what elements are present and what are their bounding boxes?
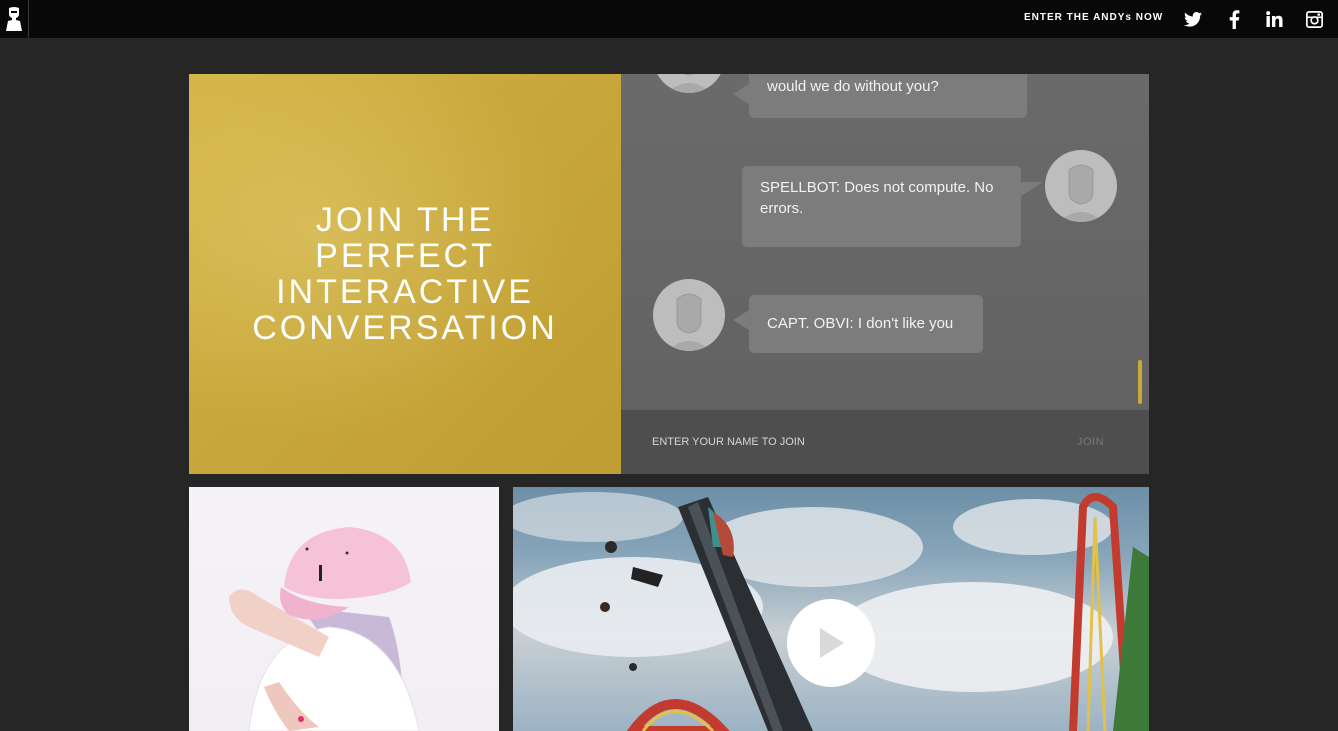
chat-message-bubble: SPELLBOT: Does not compute. No errors. (742, 166, 1043, 247)
facebook-icon[interactable] (1224, 9, 1244, 29)
photo-illustration (229, 527, 420, 731)
play-button[interactable] (787, 599, 875, 687)
top-navigation-bar: ENTER THE ANDYs NOW (0, 0, 1338, 38)
hero-panel: JOIN THE PERFECT INTERACTIVE CONVERSATIO… (189, 74, 621, 474)
name-input[interactable] (652, 430, 1032, 454)
chat-scrollbar-thumb[interactable] (1138, 360, 1142, 404)
instagram-icon[interactable] (1304, 9, 1324, 29)
chat-message-text: CAPT. OBVI: I don't like you (767, 315, 954, 332)
hero-title: JOIN THE PERFECT INTERACTIVE CONVERSATIO… (252, 201, 558, 347)
chat-message-bubble: would we do without you? (733, 74, 1027, 118)
chat-message-text: would we do without you? (767, 78, 939, 95)
linkedin-icon[interactable] (1264, 9, 1284, 29)
andy-logo-icon[interactable] (0, 0, 29, 38)
chat-message-bubble: CAPT. OBVI: I don't like you (733, 295, 983, 353)
play-icon (820, 628, 844, 658)
chat-avatar (653, 74, 725, 93)
chat-message-list[interactable]: would we do without you? SPELLBOT: Does … (621, 74, 1149, 410)
twitter-icon[interactable] (1183, 9, 1203, 29)
chat-panel: would we do without you? SPELLBOT: Does … (621, 74, 1149, 474)
join-button[interactable]: JOIN (1077, 430, 1104, 454)
chat-avatar (1045, 150, 1117, 222)
enter-the-andys-link[interactable]: ENTER THE ANDYs NOW (1024, 0, 1163, 38)
photo-tile[interactable] (189, 487, 499, 731)
chat-message-text: SPELLBOT: Does not compute. No errors. (760, 179, 994, 217)
video-tile[interactable] (513, 487, 1149, 731)
join-bar: JOIN (621, 410, 1149, 474)
chat-avatar (653, 279, 725, 351)
